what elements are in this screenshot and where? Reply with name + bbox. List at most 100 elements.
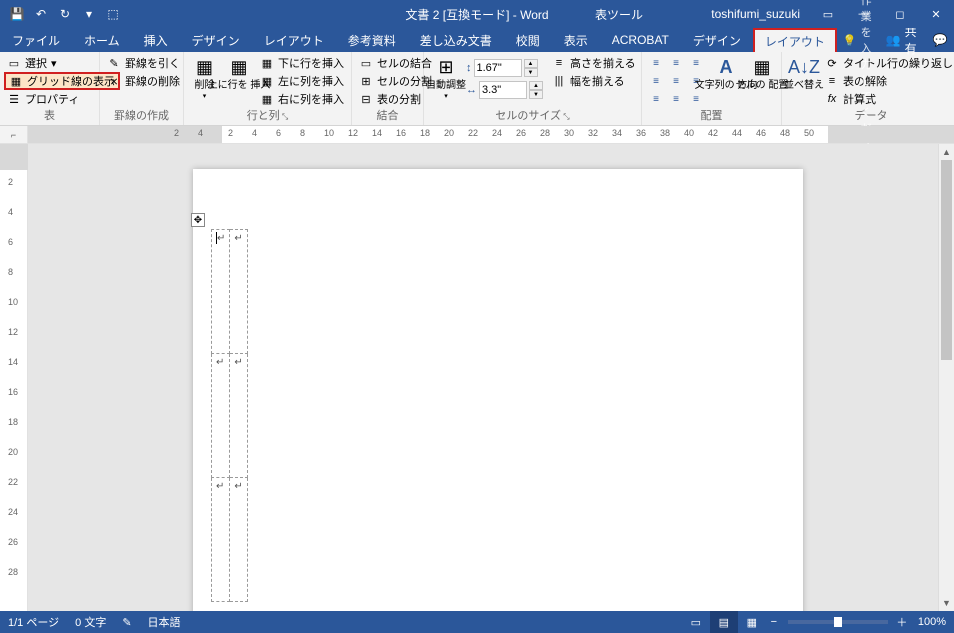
group-cellsize-label[interactable]: セルのサイズ <box>428 109 637 123</box>
autofit-button[interactable]: ⊞ 自動調整 <box>428 54 464 104</box>
read-mode-button[interactable]: ▭ <box>682 611 710 633</box>
tab-references[interactable]: 参考資料 <box>336 28 408 52</box>
zoom-value[interactable]: 100% <box>910 616 954 628</box>
status-spelling[interactable]: ✎ <box>114 616 139 629</box>
vruler-tick: 26 <box>8 537 18 547</box>
insert-left-button[interactable]: ▦左に列を挿入 <box>257 72 347 90</box>
draw-border-button[interactable]: ✎罫線を引く <box>104 54 183 72</box>
customize-qat-button[interactable]: ▾ <box>78 3 100 25</box>
share-button[interactable]: 👥 共有 <box>878 28 925 52</box>
status-page[interactable]: 1/1 ページ <box>0 614 67 630</box>
align-bot-left[interactable]: ≡ <box>646 90 666 108</box>
horizontal-ruler[interactable]: 2468101214161820222426283032343638404244… <box>28 126 954 143</box>
align-bot-right[interactable]: ≡ <box>686 90 706 108</box>
group-rows-cols-label[interactable]: 行と列 <box>188 109 347 123</box>
tab-layout[interactable]: レイアウト <box>252 28 336 52</box>
cell-margins-button[interactable]: ▦ セルの 配置 <box>746 54 778 93</box>
height-spinner-down[interactable]: ▼ <box>524 68 538 77</box>
table-move-handle[interactable]: ✥ <box>191 213 205 227</box>
quick-access-toolbar: 💾 ↶ ↻ ▾ ⬚ <box>0 3 130 25</box>
status-word-count[interactable]: 0 文字 <box>67 614 114 630</box>
select-label: 選択 <box>25 55 47 71</box>
align-mid-left[interactable]: ≡ <box>646 72 666 90</box>
tab-insert[interactable]: 挿入 <box>132 28 180 52</box>
table-cell[interactable]: ↵ <box>230 354 247 478</box>
table-cell[interactable]: ↵ <box>212 230 230 354</box>
status-language[interactable]: 日本語 <box>140 614 189 630</box>
align-top-center[interactable]: ≡ <box>666 54 686 72</box>
sort-label: 並べ替え <box>784 80 824 91</box>
ribbon-options-button[interactable]: ▭ <box>810 0 846 28</box>
distribute-cols-button[interactable]: |||幅を揃える <box>549 72 639 90</box>
web-layout-button[interactable]: ▦ <box>738 611 766 633</box>
ruler-tick: 10 <box>324 128 334 138</box>
width-spinner-down[interactable]: ▼ <box>529 90 543 99</box>
tab-mailings[interactable]: 差し込み文書 <box>408 28 504 52</box>
undo-button[interactable]: ↶ <box>30 3 52 25</box>
ruler-tick: 48 <box>780 128 790 138</box>
scroll-down-button[interactable]: ▼ <box>939 595 954 611</box>
print-layout-button[interactable]: ▤ <box>710 611 738 633</box>
insert-right-button[interactable]: ▦右に列を挿入 <box>257 90 347 108</box>
user-name[interactable]: toshifumi_suzuki <box>701 7 810 21</box>
insert-below-button[interactable]: ▦下に行を挿入 <box>257 54 347 72</box>
redo-button[interactable]: ↻ <box>54 3 76 25</box>
maximize-button[interactable]: ◻ <box>882 0 918 28</box>
eraser-icon: ⨯ <box>107 75 121 87</box>
width-spinner-up[interactable]: ▲ <box>529 81 543 90</box>
zoom-slider[interactable] <box>788 620 888 624</box>
tab-view[interactable]: 表示 <box>552 28 600 52</box>
tell-me-search[interactable]: 💡 実行したい作業を入力してください <box>837 28 878 52</box>
dist-cols-label: 幅を揃える <box>570 73 625 89</box>
scroll-up-button[interactable]: ▲ <box>939 144 954 160</box>
table-cell[interactable]: ↵ <box>212 478 230 602</box>
sort-button[interactable]: A↓Z 並べ替え <box>786 54 822 93</box>
properties-label: プロパティ <box>25 91 79 107</box>
tab-file[interactable]: ファイル <box>0 28 72 52</box>
table-cell[interactable]: ↵ <box>230 230 247 354</box>
align-top-right[interactable]: ≡ <box>686 54 706 72</box>
vruler-tick: 22 <box>8 477 18 487</box>
dist-rows-label: 高さを揃える <box>570 55 636 71</box>
label-table[interactable]: ↵ ↵ ↵ ↵ ↵ ↵ <box>211 229 248 602</box>
zoom-out-button[interactable]: − <box>766 616 782 628</box>
tab-review[interactable]: 校閲 <box>504 28 552 52</box>
tab-design[interactable]: デザイン <box>180 28 252 52</box>
repeat-header-button[interactable]: ⟳タイトル行の繰り返し <box>822 54 954 72</box>
scroll-thumb-v[interactable] <box>941 160 952 360</box>
ruler-corner[interactable]: ⌐ <box>0 126 28 143</box>
tab-table-design[interactable]: デザイン <box>681 28 753 52</box>
align-mid-center[interactable]: ≡ <box>666 72 686 90</box>
distribute-rows-button[interactable]: ≡高さを揃える <box>549 54 639 72</box>
vertical-ruler[interactable]: 246810121416182022242628 <box>0 144 28 611</box>
merge-icon: ▭ <box>359 57 373 69</box>
delete-icon: ▦ <box>193 56 217 78</box>
vruler-tick: 6 <box>8 237 13 247</box>
height-spinner-up[interactable]: ▲ <box>524 59 538 68</box>
touch-mode-button[interactable]: ⬚ <box>102 3 124 25</box>
zoom-thumb[interactable] <box>834 617 842 627</box>
table-cell[interactable]: ↵ <box>230 478 247 602</box>
delete-button[interactable]: ▦ 削除 <box>188 54 221 104</box>
eraser-button[interactable]: ⨯罫線の削除 <box>104 72 183 90</box>
col-width-input[interactable] <box>479 81 527 99</box>
convert-button[interactable]: ≡表の解除 <box>822 72 954 90</box>
text-dir-icon: A <box>714 56 738 78</box>
table-cell[interactable]: ↵ <box>212 354 230 478</box>
page: ✥ ↵ ↵ ↵ ↵ ↵ ↵ <box>193 169 803 611</box>
row-height-input[interactable] <box>474 59 522 77</box>
group-merge-label: 結合 <box>356 109 419 123</box>
vertical-scrollbar[interactable]: ▲ ▼ <box>938 144 954 611</box>
insert-above-button[interactable]: ▦ 上に行を 挿入 <box>221 54 257 93</box>
document-area[interactable]: ✥ ↵ ↵ ↵ ↵ ↵ ↵ ▲ ▼ <box>28 144 954 611</box>
align-bot-center[interactable]: ≡ <box>666 90 686 108</box>
align-top-left[interactable]: ≡ <box>646 54 666 72</box>
comments-button[interactable]: 💬 <box>925 28 954 52</box>
close-button[interactable]: ✕ <box>918 0 954 28</box>
save-button[interactable]: 💾 <box>6 3 28 25</box>
formula-button[interactable]: fx計算式 <box>822 90 954 108</box>
zoom-in-button[interactable]: ＋ <box>894 614 910 630</box>
tab-home[interactable]: ホーム <box>72 28 132 52</box>
tab-acrobat[interactable]: ACROBAT <box>600 28 681 52</box>
tab-table-layout[interactable]: レイアウト <box>753 28 837 52</box>
